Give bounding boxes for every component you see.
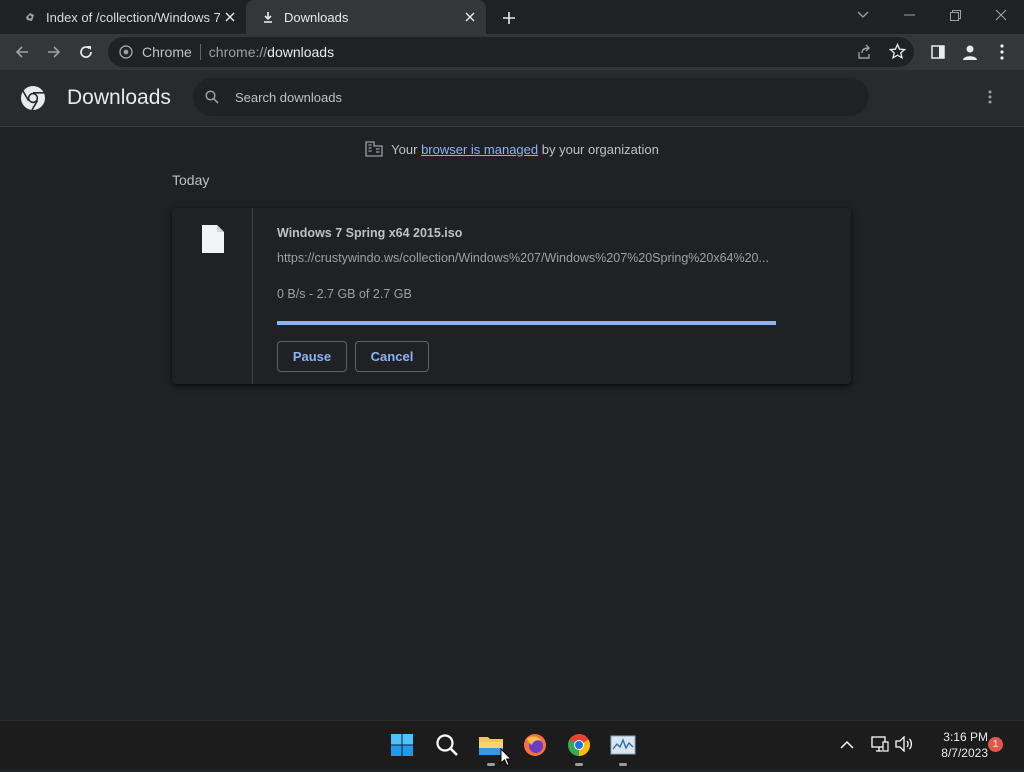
browser-toolbar: Chrome chrome://downloads: [0, 34, 1024, 70]
tab-title: Index of /collection/Windows 7/: [46, 9, 220, 25]
search-downloads-box[interactable]: [193, 78, 869, 116]
running-indicator: [575, 763, 583, 766]
url-host: downloads: [267, 44, 335, 60]
pause-button[interactable]: Pause: [277, 341, 347, 372]
file-name-link[interactable]: Windows 7 Spring x64 2015.iso: [277, 226, 462, 240]
date-section-label: Today: [172, 172, 210, 188]
page-icon: [22, 9, 38, 25]
chrome-icon: [118, 44, 134, 60]
clock-date: 8/7/2023: [941, 746, 988, 760]
close-tab-icon[interactable]: [220, 7, 240, 27]
back-button[interactable]: [8, 38, 36, 66]
url-scheme: chrome://: [208, 44, 268, 60]
volume-icon[interactable]: [895, 735, 913, 757]
site-name: Chrome: [142, 44, 192, 60]
running-indicator: [619, 763, 627, 766]
minimize-button[interactable]: [886, 0, 932, 30]
chrome-icon[interactable]: [563, 729, 595, 766]
building-icon: [365, 141, 383, 157]
running-indicator: [487, 763, 495, 766]
restore-button[interactable]: [932, 0, 978, 30]
address-bar[interactable]: Chrome chrome://downloads: [108, 37, 914, 67]
chevron-up-icon[interactable]: [840, 737, 854, 755]
download-icon: [260, 9, 276, 25]
windows-taskbar: 3:16 PM 8/7/2023: [0, 720, 1024, 769]
progress-fill: [277, 321, 776, 325]
tab-strip: Index of /collection/Windows 7/ Download…: [0, 0, 1024, 34]
downloads-header: Downloads: [0, 70, 1024, 127]
file-icon: [201, 224, 225, 259]
source-url-link[interactable]: https://crustywindo.ws/collection/Window…: [277, 251, 777, 265]
close-window-button[interactable]: [978, 0, 1024, 30]
tab-title: Downloads: [284, 9, 349, 25]
chrome-menu-icon[interactable]: [988, 38, 1016, 66]
profile-icon[interactable]: [956, 38, 984, 66]
clock[interactable]: 3:16 PM 8/7/2023: [922, 729, 988, 761]
side-panel-icon[interactable]: [924, 38, 952, 66]
network-icon[interactable]: [871, 736, 889, 757]
start-icon[interactable]: [386, 729, 418, 761]
notification-badge[interactable]: 1: [988, 737, 1003, 752]
managed-prefix: Your: [391, 141, 418, 157]
close-tab-icon[interactable]: [460, 7, 480, 27]
browser-managed-link[interactable]: browser is managed: [421, 142, 538, 157]
search-input[interactable]: [233, 88, 837, 106]
bookmark-star-icon[interactable]: [888, 42, 907, 65]
share-icon[interactable]: [856, 44, 872, 65]
download-progress-bar: [277, 321, 776, 325]
reload-button[interactable]: [72, 38, 100, 66]
search-icon: [205, 89, 221, 105]
search-icon[interactable]: [431, 729, 463, 761]
more-actions-icon[interactable]: [982, 90, 998, 106]
download-item-card: Windows 7 Spring x64 2015.iso https://cr…: [172, 208, 851, 384]
clock-time: 3:16 PM: [943, 730, 988, 744]
cancel-button[interactable]: Cancel: [355, 341, 429, 372]
managed-notice: Your browser is managed by your organiza…: [0, 140, 1024, 158]
chrome-logo-icon: [20, 85, 46, 116]
tab-downloads[interactable]: Downloads: [246, 0, 486, 34]
mouse-cursor-icon: [500, 747, 513, 772]
managed-suffix: by your organization: [541, 141, 659, 157]
firefox-icon[interactable]: [519, 729, 551, 761]
task-manager-icon[interactable]: [607, 729, 639, 766]
tab-index-of-collection[interactable]: Index of /collection/Windows 7/: [8, 0, 246, 34]
page-title: Downloads: [67, 86, 171, 109]
new-tab-button[interactable]: [498, 7, 520, 29]
forward-button[interactable]: [40, 38, 68, 66]
file-icon-column: [172, 208, 253, 384]
download-status: 0 B/s - 2.7 GB of 2.7 GB: [277, 287, 412, 301]
tab-search-icon[interactable]: [840, 0, 886, 30]
omnibox-separator: [199, 44, 201, 60]
